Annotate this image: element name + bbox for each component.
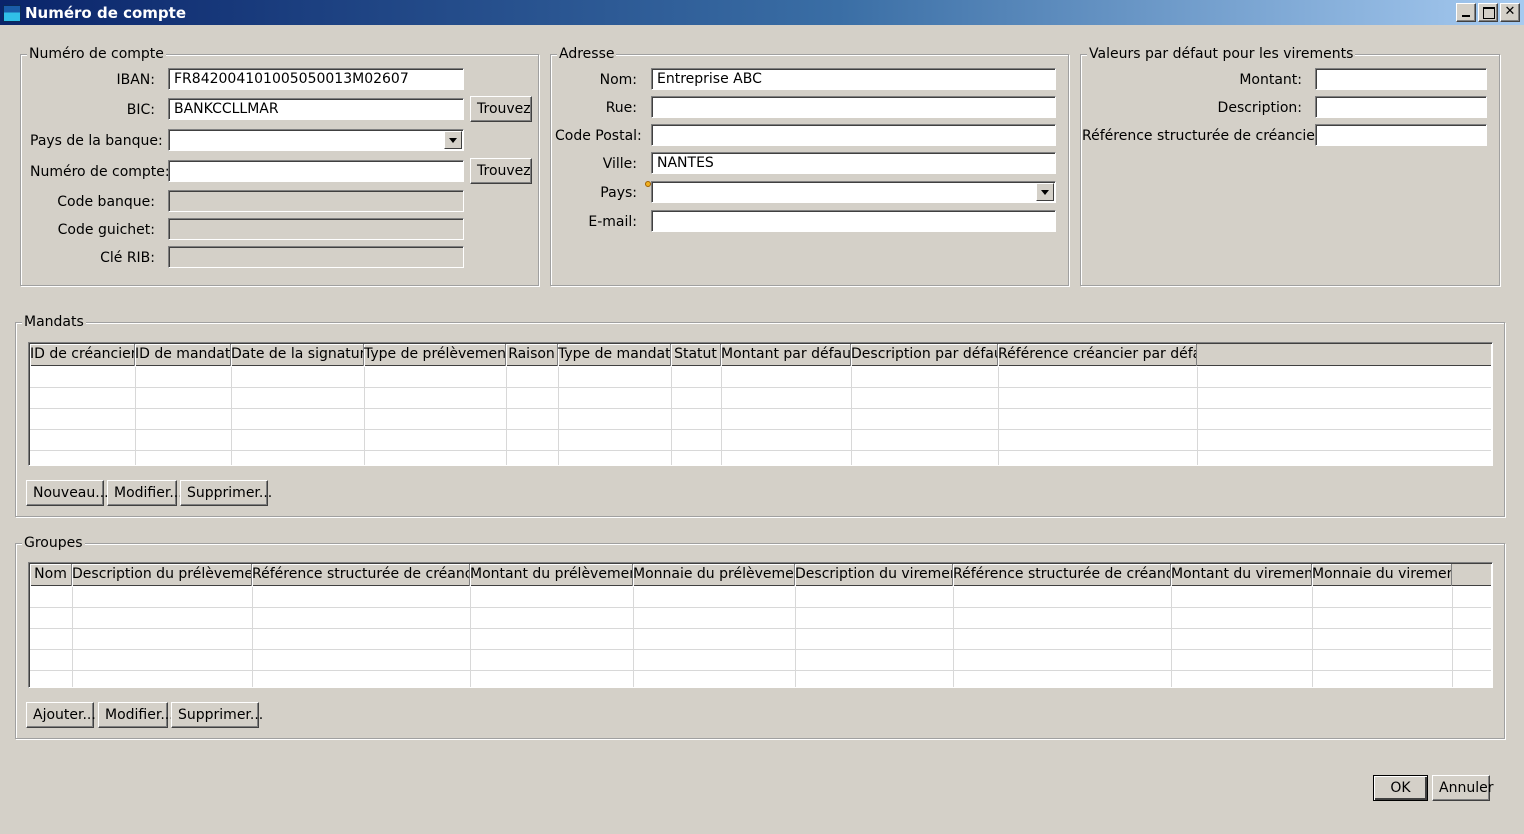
groups-col-header[interactable]: Monnaie du prélèvement xyxy=(633,564,795,586)
mandates-col-header[interactable]: ID de créancier xyxy=(30,344,135,366)
country-label: Pays: xyxy=(600,185,637,201)
rib-key-label: Clé RIB: xyxy=(100,250,155,266)
name-input[interactable]: Entreprise ABC xyxy=(651,68,1056,90)
email-label: E-mail: xyxy=(588,214,637,230)
app-icon xyxy=(3,5,21,22)
bank-country-label: Pays de la banque: xyxy=(30,133,163,149)
creditor-ref-label: Référence structurée de créancier: xyxy=(1082,128,1326,144)
groups-table[interactable]: Nom Description du prélèvement Référence… xyxy=(28,562,1493,688)
mandates-col-header[interactable]: Description par défaut xyxy=(851,344,998,366)
address-group-legend: Adresse xyxy=(557,46,617,62)
mandates-col-header[interactable]: Date de la signature xyxy=(231,344,364,366)
mandate-new-button[interactable]: Nouveau... xyxy=(26,480,109,506)
mandates-col-header[interactable]: Référence créancier par défaut xyxy=(998,344,1197,366)
bank-code-label: Code banque: xyxy=(57,194,155,210)
mandates-table-header: ID de créancier ID de mandat Date de la … xyxy=(30,344,1491,366)
mandates-col-header[interactable]: Type de mandat xyxy=(558,344,671,366)
account-number-input[interactable] xyxy=(168,160,464,182)
amount-label: Montant: xyxy=(1239,72,1302,88)
account-group-legend: Numéro de compte xyxy=(27,46,166,62)
minimize-icon[interactable] xyxy=(1456,3,1476,22)
name-label: Nom: xyxy=(599,72,637,88)
city-input[interactable]: NANTES xyxy=(651,152,1056,174)
close-icon[interactable]: ✕ xyxy=(1500,3,1520,22)
mandates-col-header[interactable]: Montant par défaut xyxy=(721,344,851,366)
bank-code-input xyxy=(168,190,464,212)
account-number-label: Numéro de compte: xyxy=(30,164,170,180)
groups-col-header[interactable]: Monnaie du virement xyxy=(1312,564,1452,586)
group-edit-button[interactable]: Modifier... xyxy=(98,702,174,728)
branch-code-input xyxy=(168,218,464,240)
mandates-col-header[interactable]: Statut xyxy=(671,344,721,366)
email-input[interactable] xyxy=(651,210,1056,232)
mandate-delete-button[interactable]: Supprimer... xyxy=(180,480,272,506)
mandates-table[interactable]: ID de créancier ID de mandat Date de la … xyxy=(28,342,1493,466)
groups-col-header[interactable]: Référence structurée de créancier xyxy=(953,564,1171,586)
window-title: Numéro de compte xyxy=(25,4,187,22)
postal-code-label: Code Postal: xyxy=(555,128,642,144)
chevron-down-icon[interactable] xyxy=(444,131,462,149)
groups-col-header[interactable]: Montant du virement xyxy=(1171,564,1312,586)
bic-input[interactable]: BANKCCLLMAR xyxy=(168,98,464,120)
description-label: Description: xyxy=(1217,100,1302,116)
street-label: Rue: xyxy=(605,100,637,116)
account-find-button[interactable]: Trouvez xyxy=(470,158,532,184)
mandates-col-header[interactable]: Type de prélèvement xyxy=(364,344,506,366)
postal-code-input[interactable] xyxy=(651,124,1056,146)
groups-col-header[interactable]: Description du prélèvement xyxy=(72,564,252,586)
ok-button[interactable]: OK xyxy=(1373,775,1428,801)
country-select[interactable] xyxy=(651,181,1056,203)
group-delete-button[interactable]: Supprimer... xyxy=(171,702,263,728)
rib-key-input xyxy=(168,246,464,268)
chevron-down-icon[interactable] xyxy=(1036,183,1054,201)
iban-input[interactable]: FR842004101005050013M02607 xyxy=(168,68,464,90)
description-input[interactable] xyxy=(1315,96,1487,118)
iban-label: IBAN: xyxy=(116,72,156,88)
bic-label: BIC: xyxy=(126,102,155,118)
groups-table-header: Nom Description du prélèvement Référence… xyxy=(30,564,1491,586)
bank-country-select[interactable] xyxy=(168,129,464,151)
transfer-defaults-legend: Valeurs par défaut pour les virements xyxy=(1087,46,1356,62)
city-label: Ville: xyxy=(602,156,637,172)
maximize-icon[interactable] xyxy=(1478,3,1498,22)
amount-input[interactable] xyxy=(1315,68,1487,90)
mandates-col-header[interactable]: Raison xyxy=(506,344,558,366)
groups-col-header[interactable]: Nom xyxy=(30,564,72,586)
groups-col-header[interactable]: Montant du prélèvement xyxy=(470,564,633,586)
title-bar: Numéro de compte ✕ xyxy=(0,0,1524,25)
mandates-col-header[interactable]: ID de mandat xyxy=(135,344,231,366)
mandates-legend: Mandats xyxy=(22,314,86,330)
cancel-button[interactable]: Annuler xyxy=(1432,775,1493,801)
mandate-edit-button[interactable]: Modifier... xyxy=(107,480,183,506)
groups-col-header[interactable]: Référence structurée de créancier xyxy=(252,564,470,586)
groups-legend: Groupes xyxy=(22,535,85,551)
branch-code-label: Code guichet: xyxy=(57,222,155,238)
group-add-button[interactable]: Ajouter... xyxy=(26,702,96,728)
groups-col-header[interactable]: Description du virement xyxy=(795,564,953,586)
bic-find-button[interactable]: Trouvez xyxy=(470,96,532,122)
street-input[interactable] xyxy=(651,96,1056,118)
creditor-ref-input[interactable] xyxy=(1315,124,1487,146)
